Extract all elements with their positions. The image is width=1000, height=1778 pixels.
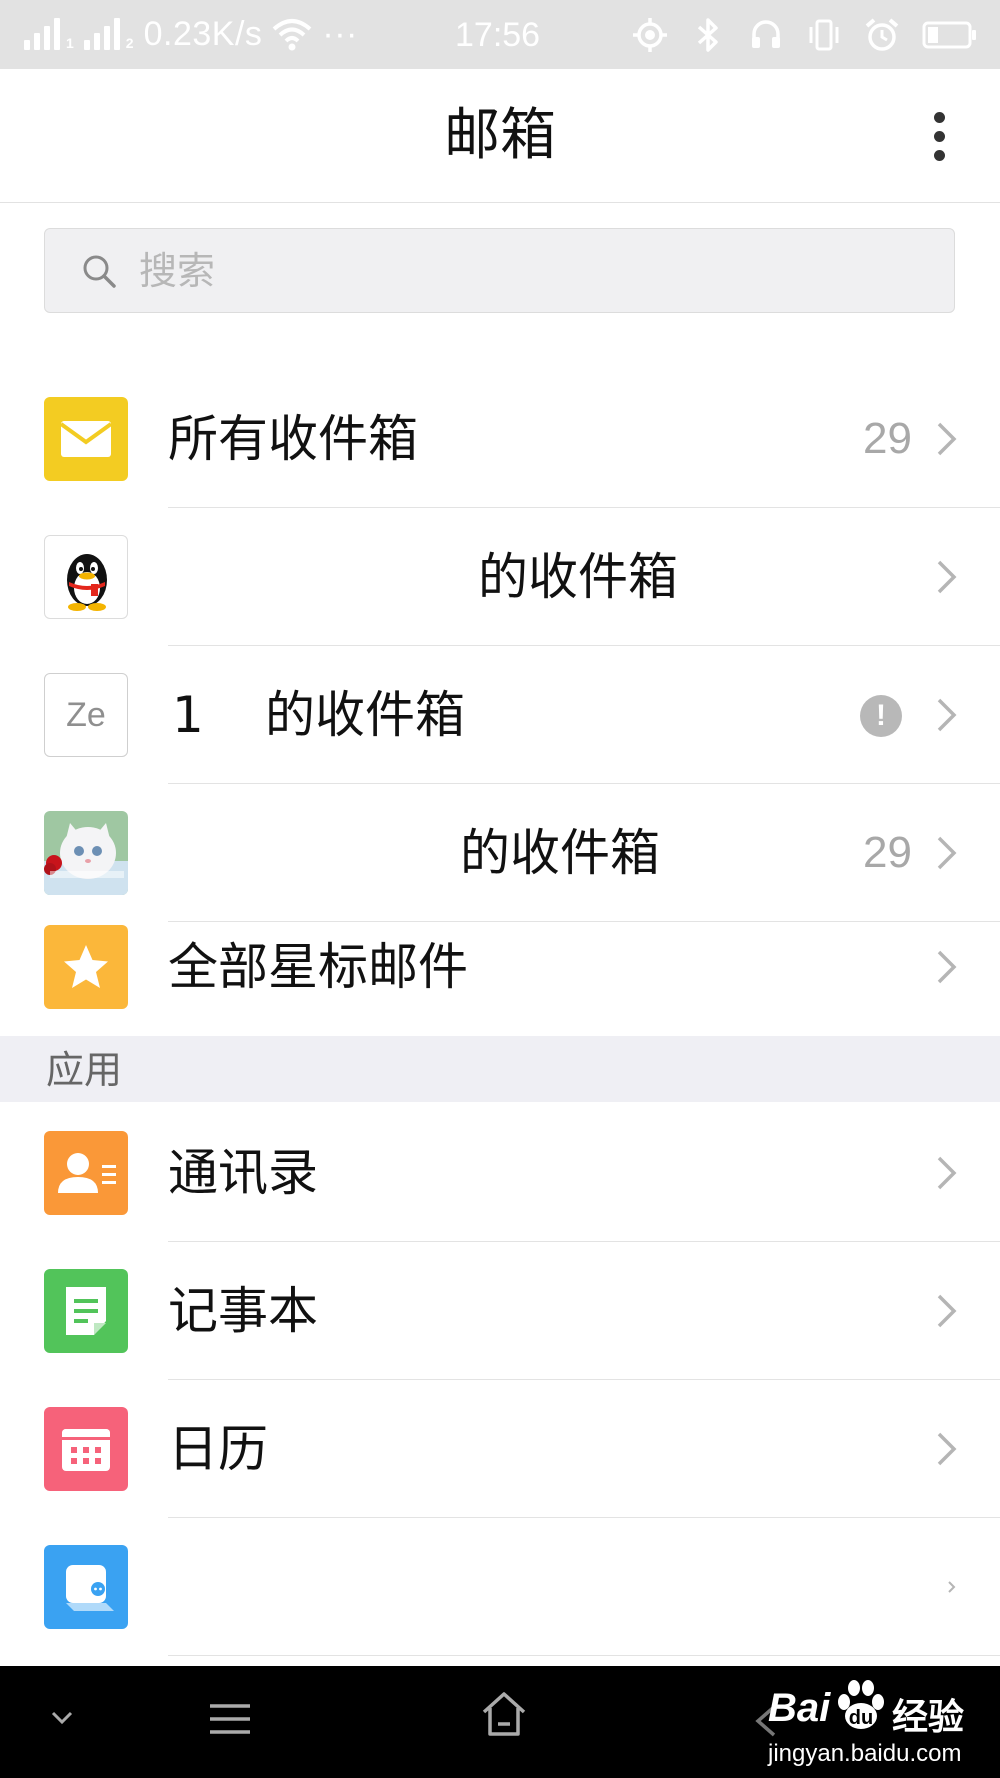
chevron-right-icon (937, 1156, 957, 1190)
qq-penguin-icon (44, 535, 128, 619)
baidu-paw-logo: du (838, 1680, 884, 1729)
mailbox-label: 的收件箱 (460, 824, 660, 882)
chevron-right-icon (937, 1432, 957, 1466)
page-title: 邮箱 (444, 103, 556, 168)
battery-icon (922, 21, 976, 49)
app-label: 日历 (168, 1420, 268, 1478)
status-right (632, 13, 978, 57)
menu-icon[interactable] (208, 1702, 252, 1736)
location-icon (633, 18, 667, 52)
app-contacts[interactable]: 通讯录 (0, 1104, 1000, 1242)
notepad-icon (44, 1269, 128, 1353)
watermark-brand: Bai (768, 1686, 831, 1730)
mailbox-label: 的收件箱 (265, 686, 465, 744)
sim1-label: 1 (66, 35, 74, 51)
title-bar: 邮箱 (0, 69, 1000, 203)
chevron-down-icon[interactable] (50, 1710, 74, 1726)
home-icon[interactable] (480, 1690, 528, 1738)
section-title: 应用 (46, 1048, 123, 1092)
ze-account-avatar: Ze (44, 673, 128, 757)
status-time: 17:56 (455, 16, 541, 54)
chevron-right-icon (937, 698, 957, 732)
unread-count: 29 (863, 828, 912, 877)
wifi-icon (273, 19, 312, 51)
app-calendar[interactable]: 日历 (0, 1380, 1000, 1518)
search-input[interactable] (137, 239, 921, 303)
warning-badge-icon: ! (860, 695, 902, 737)
status-left: 1 2 0.23K/s ··· (24, 14, 358, 54)
net-speed: 0.23K/s (143, 15, 263, 53)
chevron-right-icon (937, 560, 957, 594)
kitten-photo-avatar (44, 811, 128, 895)
mailbox-label: 所有收件箱 (168, 410, 418, 468)
vibrate-icon (809, 19, 839, 51)
more-vertical-icon (933, 112, 945, 123)
divider (168, 1655, 1000, 1656)
chevron-right-icon (937, 1294, 957, 1328)
signal-sim2-icon: 2 (83, 18, 134, 51)
system-nav-bar: Bai du 经验 jingyan.baidu.com (0, 1666, 1000, 1778)
mailbox-label: 的收件箱 (478, 548, 678, 606)
mailbox-qq-inbox[interactable]: 的收件箱 (0, 508, 1000, 646)
unread-count: 29 (863, 414, 912, 463)
mailbox-ze-inbox[interactable]: Ze 1 的收件箱 ! (0, 646, 1000, 784)
mailbox-label-prefix: 1 (172, 686, 204, 744)
search-icon (83, 255, 116, 288)
app-label: 通讯录 (168, 1144, 318, 1202)
chevron-right-icon (937, 950, 957, 984)
search-bar[interactable] (44, 228, 955, 313)
svg-text:du: du (849, 1707, 873, 1729)
signal-sim1-icon: 1 (24, 18, 74, 50)
contacts-icon (44, 1131, 128, 1215)
status-bar: 1 2 0.23K/s ··· 17:56 (0, 0, 1000, 69)
alarm-icon (865, 18, 899, 51)
mailbox-label: 全部星标邮件 (168, 938, 468, 996)
mailbox-starred[interactable]: 全部星标邮件 (0, 898, 1000, 1036)
app-notepad[interactable]: 记事本 (0, 1242, 1000, 1380)
bluetooth-icon (697, 18, 718, 52)
more-notifications-dots: ··· (322, 15, 358, 53)
more-options-button[interactable] (926, 112, 952, 162)
watermark-url: jingyan.baidu.com (768, 1740, 962, 1767)
section-header-apps: 应用 (0, 1036, 1000, 1102)
app-chat[interactable] (0, 1518, 1000, 1656)
app-label: 记事本 (168, 1282, 318, 1340)
headset-icon (752, 20, 780, 48)
chevron-right-icon (937, 836, 957, 870)
mailbox-all-inboxes[interactable]: 所有收件箱 29 (0, 370, 1000, 508)
sim2-label: 2 (125, 35, 134, 51)
chat-icon (44, 1545, 128, 1629)
avatar-text: Ze (66, 695, 106, 734)
star-icon (44, 925, 128, 1009)
chevron-right-icon (937, 422, 957, 456)
calendar-icon (44, 1407, 128, 1491)
watermark-brand-cn: 经验 (892, 1696, 965, 1737)
chevron-right-icon (948, 1581, 956, 1593)
envelope-icon (44, 397, 128, 481)
